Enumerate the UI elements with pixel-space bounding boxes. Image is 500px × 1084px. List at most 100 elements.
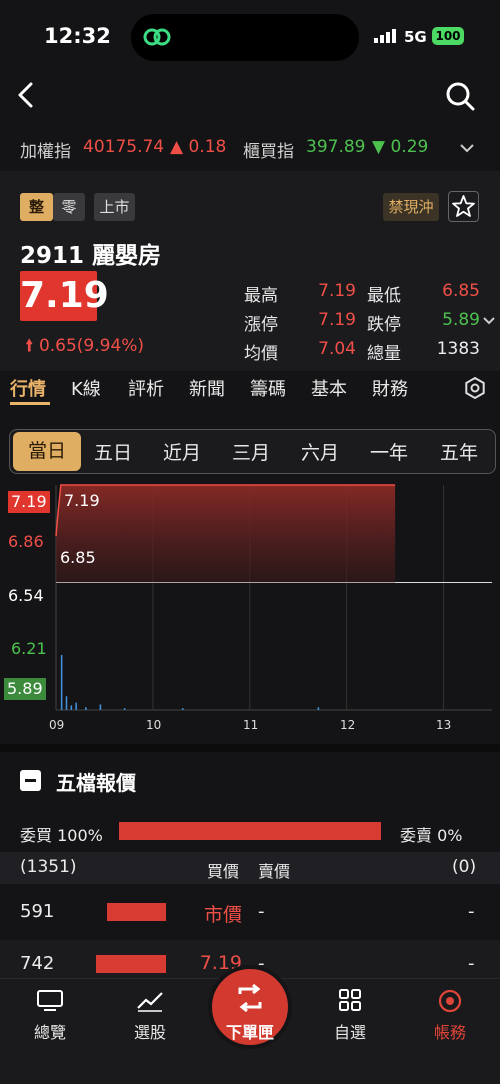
search-icon[interactable] (444, 80, 476, 112)
ask-volume: - (468, 901, 475, 922)
tag-odd-lot[interactable]: 零 (53, 193, 85, 221)
order-book-header: (1351) 買價 賣價 (0) (0, 852, 500, 884)
restriction-badge: 禁現沖 (383, 193, 439, 221)
intraday-chart[interactable] (0, 480, 500, 740)
order-button[interactable]: 下單匣 (208, 965, 292, 1049)
order-book-title: 五檔報價 (56, 771, 136, 795)
stock-name: 麗嬰房 (92, 243, 162, 269)
status-time: 12:32 (44, 24, 111, 48)
volume-bar (181, 708, 184, 710)
limit-down-value: 5.89 (442, 310, 480, 330)
high-label: 最高 (244, 286, 278, 306)
x-tick-label: 10 (146, 718, 162, 732)
bid-price: 市價 (203, 904, 242, 926)
ask-header: 賣價 (258, 862, 291, 881)
ask-volume: - (468, 953, 475, 974)
y-tick-label: 7.19 (8, 491, 50, 513)
stock-title: 2911 麗嬰房 (20, 236, 161, 270)
volume-bar (317, 707, 320, 710)
sell-ratio-label: 委賣 0% (400, 822, 463, 846)
period-day[interactable]: 當日 (13, 432, 81, 471)
stock-code: 2911 (20, 243, 85, 269)
chevron-down-icon[interactable] (482, 315, 496, 327)
buy-label: 委買 (20, 826, 53, 845)
tag-whole-lot[interactable]: 整 (20, 193, 53, 221)
nav-label: 選股 (133, 1023, 166, 1042)
volume-bar (123, 708, 126, 710)
swap-icon (238, 983, 262, 1013)
chart-annotation-low: 6.85 (60, 548, 96, 567)
index-name-taiex[interactable]: 加權指 (20, 137, 71, 162)
price-area (56, 485, 396, 583)
low-label: 最低 (367, 286, 401, 306)
bid-header: 買價 (207, 862, 240, 881)
section-divider (0, 744, 500, 752)
network-label: 5G (404, 28, 427, 46)
volume-label: 總量 (367, 344, 401, 364)
order-row[interactable]: 591 市價 - - (0, 888, 500, 936)
tab-fundamental[interactable]: 基本 (311, 375, 347, 401)
arrow-up-icon: 🠙 (25, 336, 34, 356)
settings-icon[interactable] (463, 376, 487, 400)
x-tick-label: 12 (340, 718, 356, 732)
chevron-down-icon[interactable] (458, 140, 476, 156)
record-icon (438, 989, 462, 1013)
tag-listed: 上市 (94, 193, 135, 221)
y-tick-label: 6.86 (8, 532, 44, 551)
sell-percent: 0% (437, 826, 463, 845)
volume-bar (65, 696, 68, 710)
nav-label: 自選 (333, 1023, 366, 1042)
buy-percent: 100% (57, 826, 103, 845)
chart-annotation-high: 7.19 (64, 491, 100, 510)
limit-down-label: 跌停 (367, 315, 401, 335)
bid-volume-bar (96, 955, 166, 973)
bid-volume-bar (106, 903, 166, 921)
volume-value: 1383 (436, 339, 480, 359)
signal-icon (374, 29, 396, 43)
limit-up-value: 7.19 (318, 310, 356, 330)
active-tab-indicator (10, 402, 50, 405)
tab-financial[interactable]: 財務 (372, 375, 408, 401)
volume-bar (85, 707, 87, 710)
grid-icon (339, 989, 361, 1011)
nav-label: 總覽 (33, 1023, 66, 1042)
period-6m[interactable]: 六月 (301, 438, 339, 465)
x-tick-label: 09 (49, 718, 65, 732)
collapse-icon[interactable] (20, 770, 41, 791)
index-change-otc: ▼ 0.29 (372, 137, 429, 157)
monitor-icon (37, 990, 63, 1011)
limit-up-label: 漲停 (244, 315, 278, 335)
favorite-button[interactable] (448, 191, 479, 222)
order-button-label: 下單匣 (225, 1023, 274, 1042)
ask-count: (0) (452, 857, 477, 877)
period-1y[interactable]: 一年 (370, 438, 408, 465)
index-name-otc[interactable]: 櫃買指 (243, 137, 294, 162)
tab-news[interactable]: 新聞 (189, 375, 225, 401)
tab-chips[interactable]: 籌碼 (250, 375, 286, 401)
period-1m[interactable]: 近月 (163, 438, 201, 465)
index-value-otc: 397.89 (306, 137, 366, 157)
current-price: 7.19 (20, 271, 109, 321)
buy-ratio-bar (119, 822, 381, 840)
x-tick-label: 13 (436, 718, 452, 732)
bid-volume: 742 (20, 953, 55, 974)
period-3m[interactable]: 三月 (232, 438, 270, 465)
period-5d[interactable]: 五日 (94, 438, 132, 465)
detail-tabs: 行情 K線 評析 新聞 籌碼 基本 財務 (0, 371, 500, 405)
tab-analysis[interactable]: 評析 (128, 375, 164, 401)
change-percent: (9.94%) (76, 336, 145, 356)
low-value: 6.85 (442, 281, 480, 301)
star-icon (452, 195, 475, 217)
avg-label: 均價 (244, 344, 278, 364)
tab-kline[interactable]: K線 (71, 375, 101, 401)
y-tick-label: 6.21 (11, 639, 47, 658)
back-icon[interactable] (12, 80, 42, 110)
period-selector: 當日 五日 近月 三月 六月 一年 五年 (9, 429, 496, 474)
period-5y[interactable]: 五年 (440, 438, 478, 465)
tab-quote[interactable]: 行情 (10, 375, 46, 401)
buy-ratio-label: 委買 100% (20, 822, 103, 846)
nav-label: 帳務 (433, 1023, 466, 1042)
ask-price: - (258, 901, 265, 922)
volume-bar (99, 704, 102, 710)
ratio-track (119, 822, 381, 840)
